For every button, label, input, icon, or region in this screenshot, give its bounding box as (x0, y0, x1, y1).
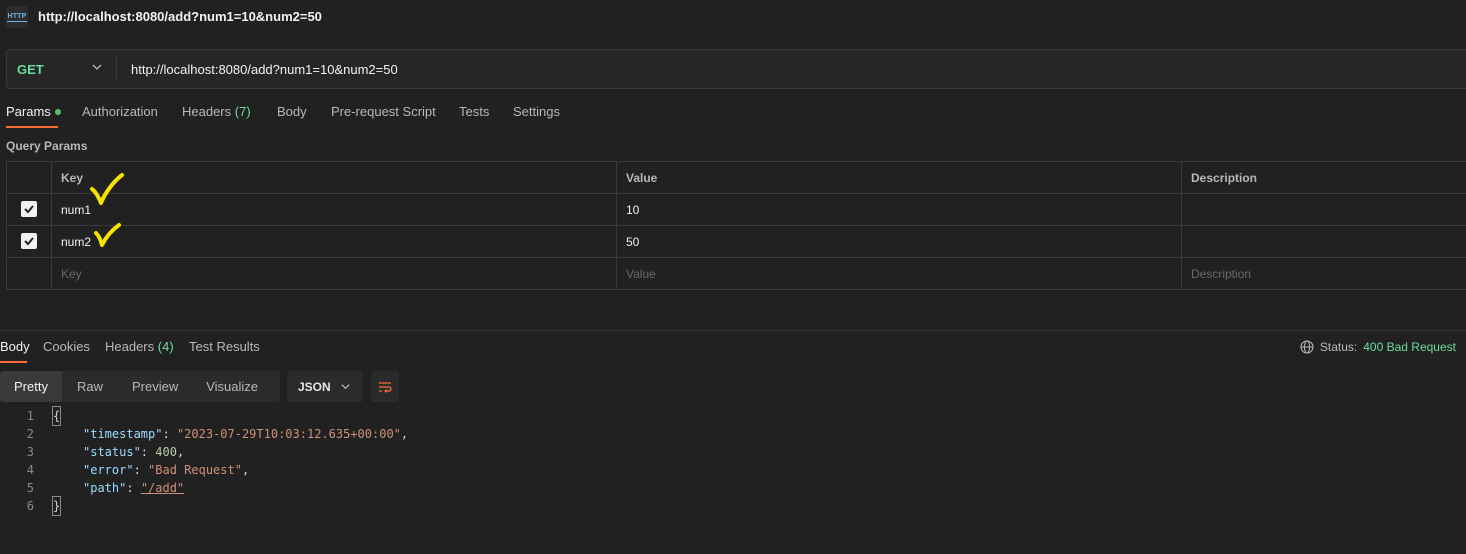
code-content: "status": 400, (83, 445, 185, 459)
key-header: Key (51, 161, 617, 194)
checkbox-header (6, 161, 52, 194)
params-indicator-dot (54, 108, 61, 115)
close-brace: } (51, 496, 62, 516)
line-number: 4 (26, 463, 34, 477)
annotation-check-icon (90, 173, 124, 205)
status-value[interactable]: 400 Bad Request (1363, 340, 1456, 354)
request-title[interactable]: http://localhost:8080/add?num1=10&num2=5… (38, 9, 322, 24)
row-checkbox[interactable] (21, 233, 37, 249)
table-header-row: Key Value Description (6, 161, 1466, 194)
tab-pre-request-script[interactable]: Pre-request Script (331, 104, 436, 119)
table-row: num1 10 (6, 193, 1466, 226)
json-key: "status" (83, 445, 141, 459)
json-key: "error" (83, 463, 134, 477)
description-placeholder[interactable]: Description (1181, 257, 1466, 290)
format-select[interactable]: JSON (287, 371, 363, 402)
tab-cookies[interactable]: Cookies (43, 339, 90, 354)
tab-response-headers-count: (4) (157, 339, 174, 354)
checkmark-icon (24, 237, 34, 246)
tab-params-label: Params (6, 104, 51, 119)
query-params-table: Key Value Description num1 10 num2 50 Ke… (6, 161, 1466, 290)
tab-headers[interactable]: Headers (7) (182, 104, 251, 119)
json-value: "Bad Request" (148, 463, 242, 477)
line-number: 6 (26, 499, 34, 513)
view-visualize[interactable]: Visualize (192, 371, 280, 402)
param-description[interactable] (1181, 193, 1466, 226)
active-tab-underline (0, 361, 27, 363)
param-value[interactable]: 50 (616, 225, 1182, 258)
chevron-down-icon[interactable] (91, 61, 103, 73)
open-brace: { (51, 406, 62, 426)
line-number: 5 (26, 481, 34, 495)
checkmark-icon (24, 205, 34, 214)
chevron-down-icon (341, 384, 350, 390)
response-status: Status: 400 Bad Request (1300, 340, 1456, 354)
tab-settings[interactable]: Settings (513, 104, 560, 119)
view-preview[interactable]: Preview (118, 371, 192, 402)
tab-params[interactable]: Params (6, 104, 61, 119)
param-key[interactable]: num1 (51, 193, 617, 226)
empty-checkbox-cell (6, 257, 52, 290)
value-placeholder[interactable]: Value (616, 257, 1182, 290)
code-content: "timestamp": "2023-07-29T10:03:12.635+00… (83, 427, 409, 441)
view-mode-selector: Pretty Raw Preview Visualize (0, 371, 281, 402)
table-row: num2 50 (6, 225, 1466, 258)
tab-body[interactable]: Body (277, 104, 307, 119)
line-number: 2 (26, 427, 34, 441)
http-request-icon: HTTP (6, 6, 28, 28)
view-pretty[interactable]: Pretty (0, 371, 62, 402)
method-select[interactable]: GET (17, 62, 44, 77)
value-header: Value (616, 161, 1182, 194)
param-description[interactable] (1181, 225, 1466, 258)
url-bar: GET http://localhost:8080/add?num1=10&nu… (6, 49, 1466, 89)
url-separator (116, 58, 117, 80)
globe-icon[interactable] (1300, 340, 1314, 354)
tab-response-headers[interactable]: Headers (4) (105, 339, 174, 354)
tab-tests[interactable]: Tests (459, 104, 489, 119)
line-number: 1 (26, 409, 34, 423)
json-value: "2023-07-29T10:03:12.635+00:00" (176, 427, 401, 441)
view-raw[interactable]: Raw (62, 371, 118, 402)
json-value: 400 (155, 445, 177, 459)
response-divider (0, 330, 1466, 331)
key-placeholder[interactable]: Key (51, 257, 617, 290)
json-key: "timestamp" (83, 427, 163, 441)
tab-response-headers-label: Headers (105, 339, 155, 354)
line-number: 3 (26, 445, 34, 459)
status-label: Status: (1319, 340, 1358, 354)
param-key[interactable]: num2 (51, 225, 617, 258)
tab-authorization[interactable]: Authorization (82, 104, 158, 119)
row-checkbox-cell (6, 225, 52, 258)
wrap-lines-button[interactable] (371, 371, 399, 402)
tab-response-body[interactable]: Body (0, 339, 30, 354)
json-value-link[interactable]: "/add" (141, 481, 184, 495)
row-checkbox-cell (6, 193, 52, 226)
wrap-lines-icon (379, 381, 392, 393)
param-value[interactable]: 10 (616, 193, 1182, 226)
tab-headers-count: (7) (234, 104, 251, 119)
row-checkbox[interactable] (21, 201, 37, 217)
code-content: "error": "Bad Request", (83, 463, 250, 477)
url-input[interactable]: http://localhost:8080/add?num1=10&num2=5… (131, 62, 398, 77)
description-header: Description (1181, 161, 1466, 194)
annotation-check-icon (94, 223, 121, 247)
json-key: "path" (83, 481, 127, 495)
table-row-empty: Key Value Description (6, 257, 1466, 290)
http-icon-text: HTTP (7, 12, 27, 22)
active-tab-underline (6, 126, 58, 128)
tab-test-results[interactable]: Test Results (189, 339, 260, 354)
format-label: JSON (298, 379, 331, 394)
query-params-title: Query Params (6, 139, 88, 153)
code-content: "path": "/add" (83, 481, 185, 495)
tab-headers-label: Headers (182, 104, 232, 119)
